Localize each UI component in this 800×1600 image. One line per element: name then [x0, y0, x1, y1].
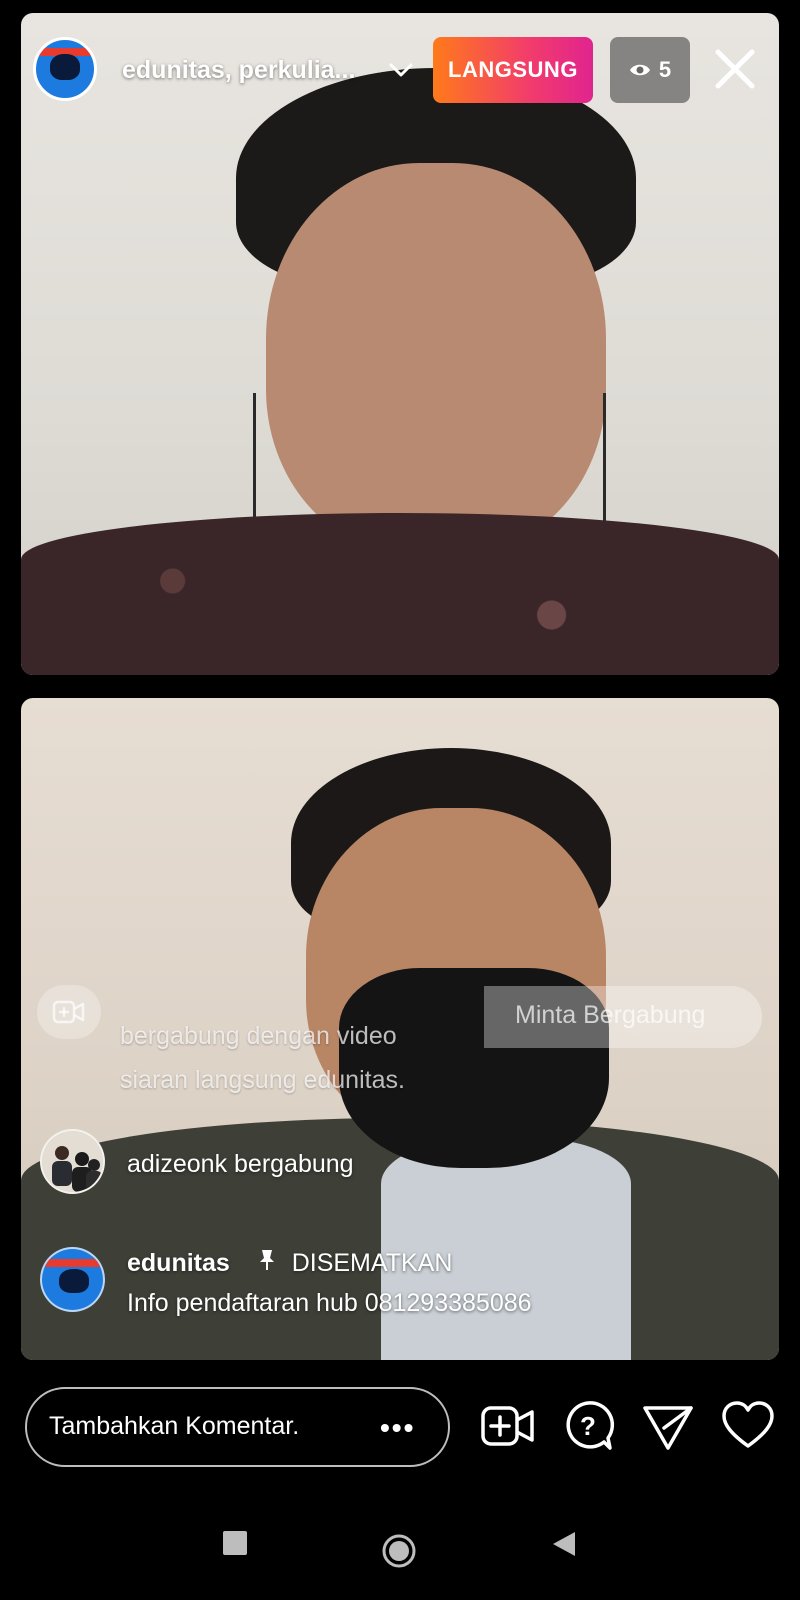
pinned-label: DISEMATKAN — [291, 1249, 453, 1277]
more-options-button[interactable]: ••• — [380, 1412, 415, 1444]
avatar-logo-band — [42, 1259, 103, 1267]
back-icon[interactable] — [551, 1530, 577, 1558]
broadcaster-avatar[interactable] — [33, 37, 97, 101]
comment-placeholder: Tambahkan Komentar. — [49, 1412, 300, 1440]
eye-icon — [629, 64, 650, 76]
pinned-comment-text: Info pendaftaran hub 081293385086 — [127, 1289, 532, 1317]
heart-icon[interactable] — [720, 1398, 776, 1454]
comment-username[interactable]: edunitas — [127, 1249, 230, 1277]
avatar-robot-icon — [59, 1269, 89, 1293]
comment-avatar[interactable] — [40, 1129, 105, 1194]
send-icon[interactable] — [640, 1398, 696, 1454]
video-add-icon — [52, 1000, 85, 1024]
comment-join-text: adizeonk bergabung — [127, 1150, 354, 1178]
pin-icon — [259, 1250, 274, 1270]
host-video-person-shirt — [21, 513, 779, 675]
join-description-line2: siaran langsung edunitas. — [120, 1066, 405, 1094]
video-add-icon[interactable] — [480, 1398, 536, 1454]
avatar-robot-icon — [50, 54, 80, 80]
host-video-person-face — [266, 163, 606, 553]
request-join-button[interactable]: Minta Bergabung — [515, 1001, 705, 1030]
chevron-down-icon[interactable] — [387, 56, 415, 84]
live-badge: LANGSUNG — [433, 37, 593, 103]
svg-text:?: ? — [580, 1411, 596, 1441]
viewer-count-button[interactable]: 5 — [610, 37, 690, 103]
home-icon[interactable] — [381, 1533, 417, 1569]
live-badge-label: LANGSUNG — [448, 57, 578, 82]
join-description-line1: bergabung dengan video — [120, 1022, 397, 1050]
comment-avatar-edunitas[interactable] — [40, 1247, 105, 1312]
question-icon[interactable]: ? — [560, 1398, 616, 1454]
video-request-icon-button[interactable] — [37, 985, 101, 1039]
broadcaster-title[interactable]: edunitas, perkulia... — [122, 56, 355, 85]
viewer-count: 5 — [658, 57, 672, 82]
pinned-comment-header: edunitas DISEMATKAN — [127, 1249, 452, 1278]
close-icon[interactable] — [710, 44, 760, 94]
recents-icon[interactable] — [222, 1530, 248, 1556]
host-video-tile — [21, 13, 779, 675]
